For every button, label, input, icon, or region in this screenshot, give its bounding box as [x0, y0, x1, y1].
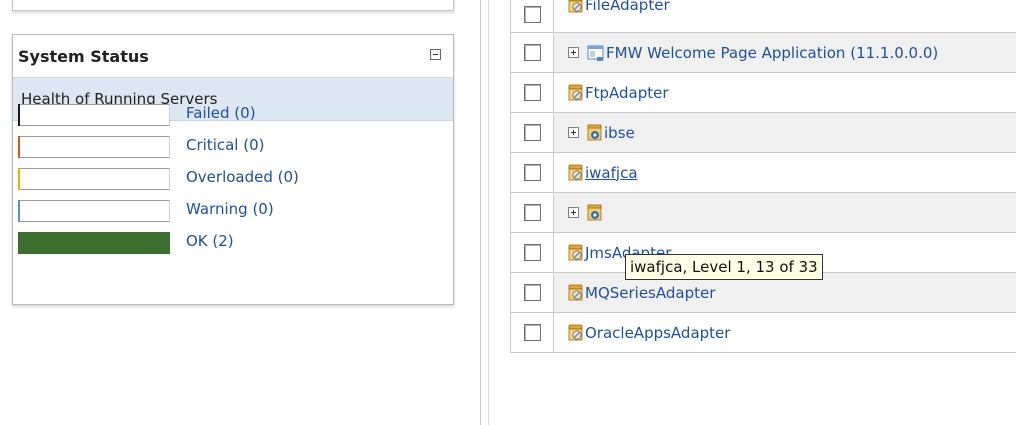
- legend-link[interactable]: OK (2): [186, 232, 234, 250]
- deployments-table: FileAdapter FMW Welcome Page Application …: [510, 0, 1016, 353]
- health-bar: [18, 168, 170, 190]
- table-row[interactable]: FMW Welcome Page Application (11.1.0.0.0…: [510, 33, 1016, 73]
- select-cell: [510, 153, 554, 192]
- name-cell: FileAdapter: [568, 0, 670, 28]
- table-row[interactable]: iwafjca: [510, 153, 1016, 193]
- table-row[interactable]: FileAdapter: [510, 0, 1016, 33]
- legend-link[interactable]: Failed (0): [186, 104, 256, 122]
- adapter-icon: [568, 324, 584, 342]
- health-bar-marker: [18, 104, 20, 126]
- legend-link[interactable]: Critical (0): [186, 136, 264, 154]
- select-cell: [510, 193, 554, 232]
- collapse-icon[interactable]: [430, 49, 441, 60]
- row-checkbox[interactable]: [524, 324, 541, 341]
- table-row[interactable]: ibse: [510, 113, 1016, 153]
- row-checkbox[interactable]: [524, 6, 541, 23]
- adapter-icon: [568, 0, 584, 14]
- health-bar: [18, 200, 170, 222]
- health-bar: [18, 232, 170, 254]
- table-row[interactable]: OracleAppsAdapter: [510, 313, 1016, 353]
- panel-title: System Status: [18, 47, 149, 66]
- name-cell: iwafjca: [568, 153, 638, 192]
- name-cell: [568, 193, 604, 232]
- legend-link[interactable]: Overloaded (0): [186, 168, 299, 186]
- application-icon: [587, 44, 605, 62]
- select-cell: [510, 73, 554, 112]
- select-cell: [510, 273, 554, 312]
- select-cell: [510, 233, 554, 272]
- name-cell: OracleAppsAdapter: [568, 313, 730, 352]
- previous-panel: [12, 0, 454, 11]
- table-row[interactable]: [510, 193, 1016, 233]
- health-bar: [18, 104, 170, 126]
- pane-divider-inner: [488, 0, 489, 425]
- select-cell: [510, 113, 554, 152]
- table-row[interactable]: FtpAdapter: [510, 73, 1016, 113]
- health-bar-marker: [18, 136, 20, 158]
- row-checkbox[interactable]: [524, 164, 541, 181]
- library-icon: [587, 124, 603, 142]
- row-checkbox[interactable]: [524, 124, 541, 141]
- name-cell: FMW Welcome Page Application (11.1.0.0.0…: [568, 33, 938, 72]
- row-checkbox[interactable]: [524, 44, 541, 61]
- health-bar-marker: [18, 168, 20, 190]
- deployment-link[interactable]: OracleAppsAdapter: [585, 324, 730, 342]
- row-checkbox[interactable]: [524, 204, 541, 221]
- row-checkbox[interactable]: [524, 284, 541, 301]
- library-icon: [587, 204, 603, 222]
- select-cell: [510, 33, 554, 72]
- pane-divider[interactable]: [480, 0, 481, 425]
- expand-icon[interactable]: [568, 207, 579, 218]
- select-cell: [510, 0, 554, 32]
- panel-header: System Status: [13, 35, 453, 78]
- row-checkbox[interactable]: [524, 84, 541, 101]
- adapter-icon: [568, 164, 584, 182]
- deployment-link[interactable]: MQSeriesAdapter: [585, 284, 715, 302]
- row-checkbox[interactable]: [524, 244, 541, 261]
- health-bar: [18, 136, 170, 158]
- name-cell: ibse: [568, 113, 635, 152]
- health-bar-marker: [18, 200, 20, 222]
- adapter-icon: [568, 84, 584, 102]
- deployment-link[interactable]: iwafjca: [585, 164, 638, 182]
- expand-icon[interactable]: [568, 47, 579, 58]
- expand-icon[interactable]: [568, 127, 579, 138]
- deployment-link[interactable]: FtpAdapter: [585, 84, 669, 102]
- adapter-icon: [568, 244, 584, 262]
- deployment-link[interactable]: FileAdapter: [585, 0, 670, 14]
- tooltip: iwafjca, Level 1, 13 of 33: [625, 254, 823, 280]
- deployment-link[interactable]: FMW Welcome Page Application (11.1.0.0.0…: [606, 44, 938, 62]
- adapter-icon: [568, 284, 584, 302]
- deployment-link[interactable]: ibse: [604, 124, 635, 142]
- name-cell: FtpAdapter: [568, 73, 669, 112]
- select-cell: [510, 313, 554, 352]
- legend-link[interactable]: Warning (0): [186, 200, 274, 218]
